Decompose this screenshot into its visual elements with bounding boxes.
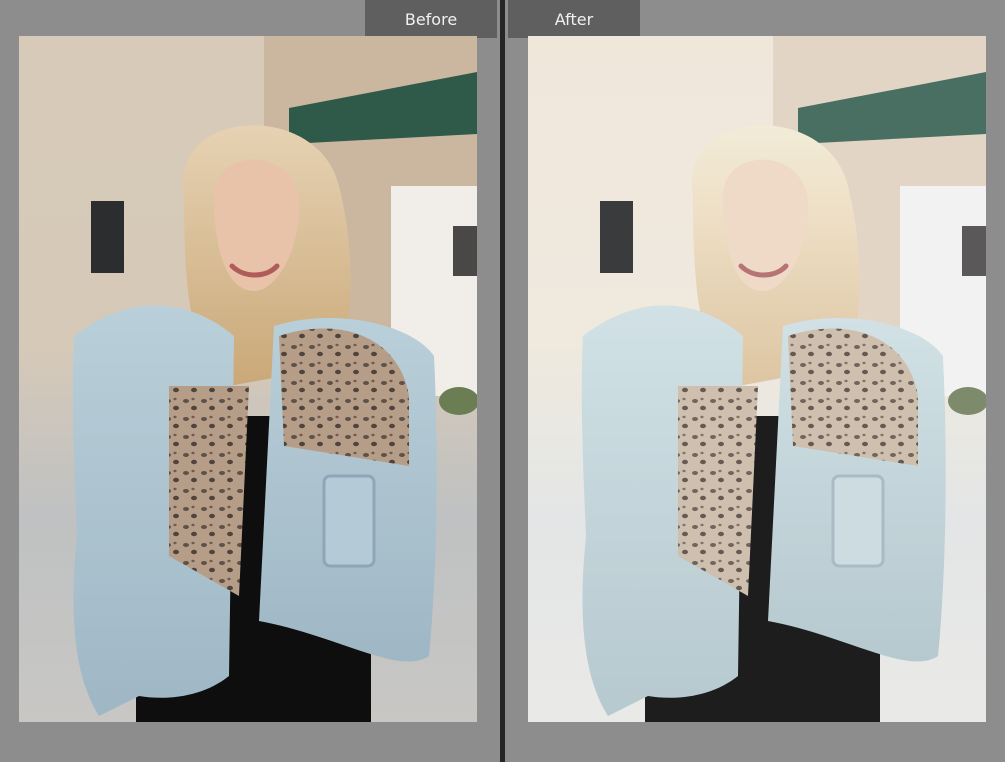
after-pane: After xyxy=(505,0,1005,762)
before-pane: Before xyxy=(0,0,500,762)
after-label: After xyxy=(508,0,640,38)
before-after-compare-view: Before After xyxy=(0,0,1005,762)
before-label: Before xyxy=(365,0,497,38)
portrait-photo-illustration xyxy=(19,36,477,722)
portrait-photo-illustration xyxy=(528,36,986,722)
before-photo[interactable] xyxy=(19,36,477,722)
after-photo[interactable] xyxy=(528,36,986,722)
